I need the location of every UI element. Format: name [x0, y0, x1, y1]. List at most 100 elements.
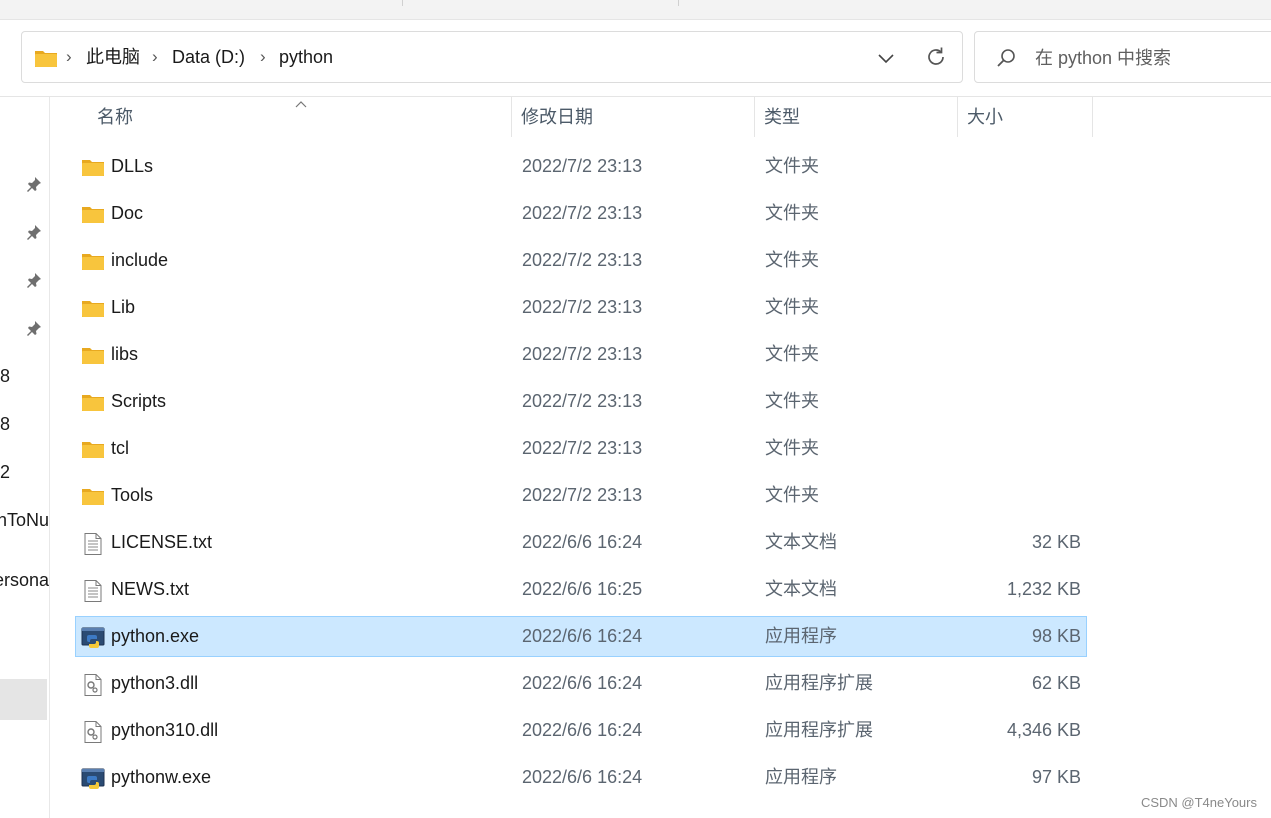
file-name[interactable]: LICENSE.txt [111, 523, 212, 562]
file-type: 应用程序扩展 [765, 673, 873, 693]
file-row[interactable]: python.exe 2022/6/6 16:24 应用程序 98 KB [75, 616, 1087, 657]
nav-item-label[interactable]: 2 [0, 461, 10, 483]
file-row[interactable]: tcl 2022/7/2 23:13 文件夹 [75, 428, 1087, 469]
file-type: 应用程序扩展 [765, 720, 873, 740]
file-type: 应用程序 [765, 626, 837, 646]
pin-icon[interactable] [25, 319, 43, 337]
refresh-icon[interactable] [924, 45, 948, 69]
file-row[interactable]: python3.dll 2022/6/6 16:24 应用程序扩展 62 KB [75, 663, 1087, 704]
file-type: 文件夹 [765, 344, 819, 364]
file-date: 2022/7/2 23:13 [522, 438, 643, 458]
file-name[interactable]: python310.dll [111, 711, 218, 750]
breadcrumb-python[interactable]: python [279, 46, 333, 68]
folder-icon [34, 48, 58, 73]
python-exe-icon [81, 627, 105, 648]
file-date: 2022/7/2 23:13 [522, 203, 643, 223]
folder-icon [81, 392, 105, 412]
nav-item-label[interactable]: ersona [0, 569, 49, 591]
file-row[interactable]: python310.dll 2022/6/6 16:24 应用程序扩展 4,346 K… [75, 710, 1087, 751]
file-date: 2022/6/6 16:25 [522, 579, 643, 599]
folder-icon [81, 345, 105, 365]
chevron-right-icon: › [66, 47, 72, 66]
file-name[interactable]: libs [111, 335, 138, 374]
watermark: CSDN @T4neYours [1140, 795, 1257, 810]
file-row[interactable]: LICENSE.txt 2022/6/6 16:24 文本文档 32 KB [75, 522, 1087, 563]
file-name[interactable]: Doc [111, 194, 143, 233]
search-icon [995, 48, 1017, 70]
nav-item-selected[interactable] [0, 679, 47, 720]
file-date: 2022/7/2 23:13 [522, 344, 643, 364]
text-file-icon [81, 580, 105, 602]
python-exe-icon [81, 768, 105, 789]
file-name[interactable]: pythonw.exe [111, 758, 211, 797]
file-row[interactable]: Doc 2022/7/2 23:13 文件夹 [75, 193, 1087, 234]
file-size: 98 KB [1031, 626, 1081, 646]
file-name[interactable]: Lib [111, 288, 135, 327]
file-type: 文件夹 [765, 203, 819, 223]
file-type: 文本文档 [765, 579, 837, 599]
file-type: 文件夹 [765, 297, 819, 317]
file-name[interactable]: NEWS.txt [111, 570, 189, 609]
file-date: 2022/7/2 23:13 [522, 391, 643, 411]
chevron-down-icon[interactable] [876, 49, 896, 67]
file-type: 应用程序 [765, 767, 837, 787]
file-row[interactable]: NEWS.txt 2022/6/6 16:25 文本文档 1,232 KB [75, 569, 1087, 610]
file-name[interactable]: tcl [111, 429, 129, 468]
file-date: 2022/6/6 16:24 [522, 720, 643, 740]
file-size: 32 KB [1031, 532, 1081, 552]
navigation-pane[interactable]: 8 8 2 nToNu ersona [0, 97, 50, 818]
folder-icon [81, 486, 105, 506]
nav-item-label[interactable]: 8 [0, 365, 10, 387]
column-header-type[interactable]: 类型 [755, 97, 958, 137]
file-name[interactable]: include [111, 241, 168, 280]
search-box[interactable]: 在 python 中搜索 [974, 31, 1271, 83]
file-type: 文件夹 [765, 156, 819, 176]
pin-icon[interactable] [25, 271, 43, 289]
column-header-size[interactable]: 大小 [958, 97, 1093, 137]
pin-icon[interactable] [25, 175, 43, 193]
chevron-right-icon: › [152, 47, 158, 66]
file-name[interactable]: python3.dll [111, 664, 198, 703]
file-date: 2022/6/6 16:24 [522, 767, 643, 787]
file-type: 文件夹 [765, 391, 819, 411]
search-input[interactable]: 在 python 中搜索 [1035, 47, 1171, 69]
file-date: 2022/7/2 23:13 [522, 156, 643, 176]
file-date: 2022/7/2 23:13 [522, 297, 643, 317]
dll-file-icon [81, 674, 105, 696]
tab-divider [402, 0, 403, 6]
file-row[interactable]: include 2022/7/2 23:13 文件夹 [75, 240, 1087, 281]
file-name[interactable]: Scripts [111, 382, 166, 421]
pin-icon[interactable] [25, 223, 43, 241]
file-row[interactable]: DLLs 2022/7/2 23:13 文件夹 [75, 146, 1087, 187]
file-type: 文件夹 [765, 250, 819, 270]
file-name[interactable]: DLLs [111, 147, 153, 186]
column-header-name[interactable]: 名称 [75, 97, 512, 137]
file-row[interactable]: pythonw.exe 2022/6/6 16:24 应用程序 97 KB [75, 757, 1087, 798]
file-name[interactable]: Tools [111, 476, 153, 515]
file-size: 4,346 KB [1006, 720, 1081, 740]
folder-icon [81, 251, 105, 271]
column-header-date[interactable]: 修改日期 [512, 97, 755, 137]
tab-divider [678, 0, 679, 6]
file-row[interactable]: Lib 2022/7/2 23:13 文件夹 [75, 287, 1087, 328]
tab-strip [0, 0, 1271, 20]
breadcrumb-this-pc[interactable]: 此电脑 [86, 46, 140, 68]
file-date: 2022/6/6 16:24 [522, 626, 643, 646]
breadcrumb-drive[interactable]: Data (D:) [172, 46, 245, 68]
address-bar[interactable]: › 此电脑 › Data (D:) › python [21, 31, 963, 83]
file-row[interactable]: Scripts 2022/7/2 23:13 文件夹 [75, 381, 1087, 422]
file-size: 62 KB [1031, 673, 1081, 693]
file-name[interactable]: python.exe [111, 617, 199, 656]
folder-icon [81, 439, 105, 459]
file-type: 文件夹 [765, 485, 819, 505]
file-date: 2022/7/2 23:13 [522, 485, 643, 505]
file-row[interactable]: Tools 2022/7/2 23:13 文件夹 [75, 475, 1087, 516]
folder-icon [81, 204, 105, 224]
file-row[interactable]: libs 2022/7/2 23:13 文件夹 [75, 334, 1087, 375]
file-size: 97 KB [1031, 767, 1081, 787]
nav-item-label[interactable]: nToNu [0, 509, 49, 531]
folder-icon [81, 298, 105, 318]
nav-item-label[interactable]: 8 [0, 413, 10, 435]
file-size: 1,232 KB [1006, 579, 1081, 599]
file-date: 2022/7/2 23:13 [522, 250, 643, 270]
